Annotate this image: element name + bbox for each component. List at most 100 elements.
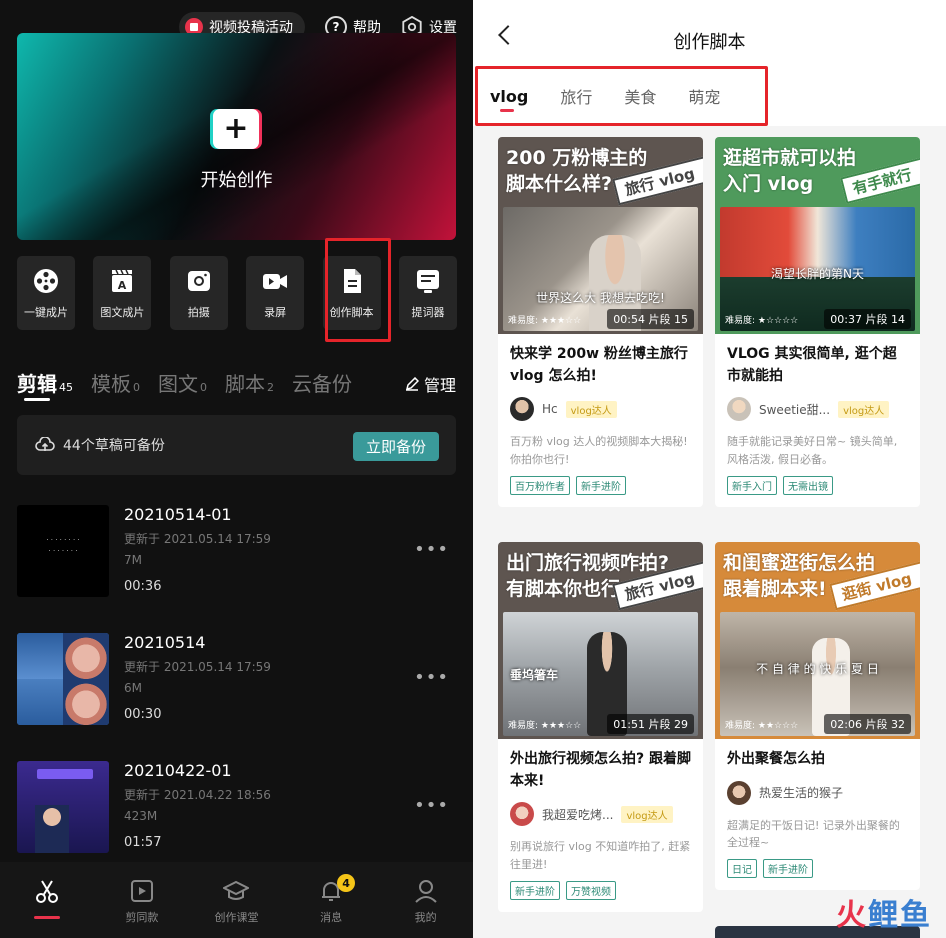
tab-label: 模板 bbox=[91, 372, 131, 396]
card-author: Sweetie甜... vlog达人 bbox=[727, 397, 908, 422]
tag: 新手进阶 bbox=[510, 880, 560, 900]
film-reel-icon bbox=[34, 269, 58, 293]
tag: 万赞视频 bbox=[566, 880, 616, 900]
author-name: 我超爱吃烤... bbox=[542, 807, 614, 822]
tool-label: 拍摄 bbox=[187, 306, 210, 319]
tab-pets[interactable]: 萌宠 bbox=[688, 84, 720, 108]
nav-label: 我的 bbox=[414, 911, 437, 924]
tab-count: 0 bbox=[200, 381, 207, 394]
manage-button[interactable]: 管理 bbox=[398, 372, 456, 396]
nav-creator-class[interactable]: 创作课堂 bbox=[201, 878, 271, 925]
tool-create-script[interactable]: 创作脚本 bbox=[322, 256, 381, 330]
draft-thumbnail: · · · · · · · · · · · · · · · bbox=[17, 505, 109, 597]
author-tag: vlog达人 bbox=[621, 805, 673, 823]
start-creating-label: 开始创作 bbox=[200, 170, 273, 191]
card-body: 快来学 200w 粉丝博主旅行 vlog 怎么拍! Hc vlog达人 百万粉 … bbox=[498, 334, 703, 507]
create-script-panel: 创作脚本 vlog 旅行 美食 萌宠 200 万粉博主的 脚本什么样? 旅行 vl… bbox=[473, 0, 946, 938]
card-headline: 快来学 200w 粉丝博主旅行 vlog 怎么拍! bbox=[510, 346, 688, 384]
tab-edit[interactable]: 剪辑 45 bbox=[17, 368, 73, 397]
draft-size: 6M bbox=[124, 681, 142, 695]
tool-text-to-video[interactable]: A 图文成片 bbox=[93, 256, 152, 330]
script-card[interactable]: 和闺蜜逛街怎么拍 跟着脚本来! 逛街 vlog 不 自 律 的 快 乐 夏 日 难… bbox=[715, 542, 920, 890]
cover-subtitle: 世界这么大 我想去吃吃! bbox=[536, 291, 665, 305]
cloud-upload-icon bbox=[35, 437, 55, 451]
user-icon bbox=[414, 880, 437, 903]
page-title: 创作脚本 bbox=[673, 32, 746, 53]
tab-count: 45 bbox=[59, 381, 73, 394]
duration-segments: 02:06 片段 32 bbox=[824, 714, 911, 734]
tool-label: 录屏 bbox=[264, 306, 287, 319]
draft-item[interactable]: 20210514 更新于 2021.05.14 17:59 6M 00:30 •… bbox=[17, 633, 457, 725]
tab-script[interactable]: 脚本 2 bbox=[225, 368, 274, 397]
tab-vlog[interactable]: vlog bbox=[490, 87, 528, 106]
card-cover: 和闺蜜逛街怎么拍 跟着脚本来! 逛街 vlog 不 自 律 的 快 乐 夏 日 难… bbox=[715, 542, 920, 739]
graduation-cap-icon bbox=[223, 880, 250, 900]
card-cover: 逛超市就可以拍 入门 vlog 有手就行 渴望长胖的第N天 难易度: ★☆☆☆☆ … bbox=[715, 137, 920, 334]
watermark-char: 火 bbox=[836, 898, 868, 933]
tab-label: 云备份 bbox=[292, 372, 352, 396]
card-headline: VLOG 其实很简单, 逛个超市就能拍 bbox=[727, 346, 897, 384]
unread-badge: 4 bbox=[337, 874, 356, 892]
tab-cloud-backup[interactable]: 云备份 bbox=[292, 368, 352, 397]
difficulty-rating: 难易度: ★☆☆☆☆ bbox=[725, 316, 799, 326]
draft-item[interactable]: · · · · · · · · · · · · · · · 20210514-01… bbox=[17, 505, 457, 597]
nav-templates[interactable]: 剪同款 bbox=[107, 878, 177, 925]
more-options-icon[interactable]: ••• bbox=[414, 667, 449, 688]
cover-subtitle: 渴望长胖的第N天 bbox=[771, 267, 864, 281]
draft-item[interactable]: 20210422-01 更新于 2021.04.22 18:56 423M 01… bbox=[17, 761, 457, 853]
script-card[interactable]: 出门旅行视频咋拍? 有脚本你也行 旅行 vlog 垂坞箸车 难易度: ★★★☆☆ … bbox=[498, 542, 703, 912]
author-tag: vlog达人 bbox=[565, 400, 617, 418]
backup-banner: 44个草稿可备份 立即备份 bbox=[17, 415, 456, 475]
author-name: Hc bbox=[542, 402, 558, 417]
tag: 新手进阶 bbox=[576, 475, 626, 495]
difficulty-rating: 难易度: ★★★☆☆ bbox=[508, 316, 582, 326]
tab-count: 2 bbox=[267, 381, 274, 394]
card-author: 我超爱吃烤... vlog达人 bbox=[510, 802, 691, 827]
tool-shoot[interactable]: 拍摄 bbox=[169, 256, 228, 330]
tool-screen-record[interactable]: 录屏 bbox=[246, 256, 305, 330]
card-tags: 百万粉作者 新手进阶 bbox=[510, 475, 691, 495]
difficulty-rating: 难易度: ★★★☆☆ bbox=[508, 721, 582, 731]
nav-edit[interactable] bbox=[12, 878, 82, 904]
draft-thumbnail bbox=[17, 633, 109, 725]
watermark-chars: 鲤鱼 bbox=[868, 898, 932, 933]
tab-image-text[interactable]: 图文 0 bbox=[158, 368, 207, 397]
draft-updated: 更新于 2021.05.14 17:59 bbox=[124, 532, 271, 546]
card-description: 随手就能记录美好日常~ 镜头简单, 风格活泼, 假日必备。 bbox=[727, 435, 898, 466]
script-document-icon bbox=[343, 269, 361, 293]
tool-label: 一键成片 bbox=[24, 306, 68, 319]
script-card[interactable]: 逛超市就可以拍 入门 vlog 有手就行 渴望长胖的第N天 难易度: ★☆☆☆☆ … bbox=[715, 137, 920, 507]
tool-teleprompter[interactable]: 提词器 bbox=[398, 256, 457, 330]
draft-name: 20210422-01 bbox=[124, 761, 232, 780]
card-description: 百万粉 vlog 达人的视频脚本大揭秘! 你拍你也行! bbox=[510, 435, 688, 466]
tab-travel[interactable]: 旅行 bbox=[560, 84, 592, 108]
tab-template[interactable]: 模板 0 bbox=[91, 368, 140, 397]
start-creating-banner[interactable]: + 开始创作 bbox=[17, 33, 456, 240]
drafts-home-panel: 视频投稿活动 ? 帮助 设置 + 开始创作 一键成片 A 图文成片 拍摄 录屏 … bbox=[0, 0, 473, 938]
tag: 新手入门 bbox=[727, 475, 777, 495]
difficulty-rating: 难易度: ★★☆☆☆ bbox=[725, 721, 799, 731]
cover-title-line: 和闺蜜逛街怎么拍 bbox=[723, 552, 876, 574]
scissors-icon bbox=[36, 880, 59, 903]
more-options-icon[interactable]: ••• bbox=[414, 539, 449, 560]
tab-food[interactable]: 美食 bbox=[624, 84, 656, 108]
backup-now-button[interactable]: 立即备份 bbox=[352, 432, 439, 461]
draft-updated: 更新于 2021.05.14 17:59 bbox=[124, 660, 271, 674]
avatar bbox=[510, 397, 534, 422]
draft-info: 20210514 更新于 2021.05.14 17:59 6M 00:30 bbox=[124, 633, 271, 722]
script-category-tabs: vlog 旅行 美食 萌宠 bbox=[473, 66, 946, 126]
card-headline: 外出旅行视频怎么拍? 跟着脚本来! bbox=[510, 751, 691, 789]
nav-messages[interactable]: 4 消息 bbox=[296, 874, 366, 925]
draft-updated: 更新于 2021.04.22 18:56 bbox=[124, 788, 271, 802]
cover-title-line: 脚本什么样? bbox=[506, 173, 613, 196]
avatar bbox=[510, 802, 534, 827]
script-card[interactable]: 200 万粉博主的 脚本什么样? 旅行 vlog 世界这么大 我想去吃吃! 难易度… bbox=[498, 137, 703, 507]
draft-info: 20210514-01 更新于 2021.05.14 17:59 7M 00:3… bbox=[124, 505, 271, 594]
draft-thumbnail bbox=[17, 761, 109, 853]
card-body: 外出聚餐怎么拍 热爱生活的猴子 超满足的干饭日记! 记录外出聚餐的全过程~ 日记… bbox=[715, 739, 920, 890]
draft-duration: 00:30 bbox=[124, 707, 162, 722]
draft-name: 20210514-01 bbox=[124, 505, 232, 524]
nav-profile[interactable]: 我的 bbox=[391, 878, 461, 925]
tool-one-click-video[interactable]: 一键成片 bbox=[17, 256, 75, 330]
more-options-icon[interactable]: ••• bbox=[414, 795, 449, 816]
